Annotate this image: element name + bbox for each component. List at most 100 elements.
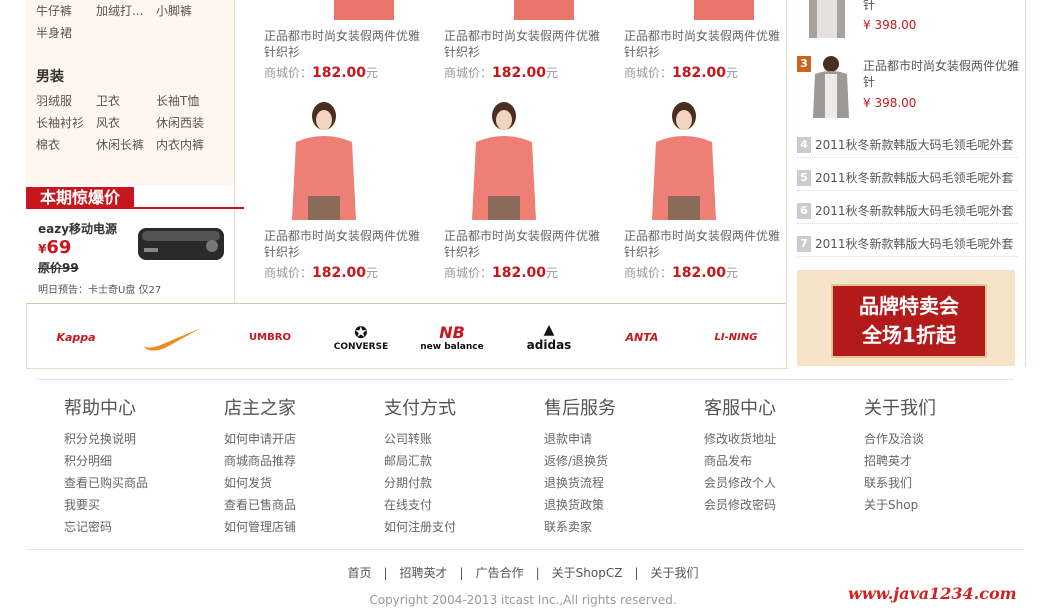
help-link[interactable]: 退款申请 [544,428,694,450]
product-name[interactable]: 正品都市时尚女装假两件优雅针织衫 [624,228,784,260]
category-link[interactable]: 长袖衬衫 [36,114,96,131]
product-name[interactable]: 正品都市时尚女装假两件优雅针织衫 [444,28,604,60]
power-bank-image[interactable] [134,222,230,266]
product-image[interactable] [484,0,604,20]
bottom-nav: 首页 | 招聘英才 | 广告合作 | 关于ShopCZ | 关于我们 [0,564,1046,581]
ranking-list-item[interactable]: 7 2011秋冬新款韩版大码毛领毛呢外套 [797,230,1017,257]
rank-item-title[interactable]: 2011秋冬新款韩版大码毛领毛呢外套 [815,136,1014,153]
bottom-nav-link[interactable]: 首页 [347,566,371,580]
category-link[interactable]: 棉衣 [36,136,96,153]
ranking-list-item[interactable]: 5 2011秋冬新款韩版大码毛领毛呢外套 [797,164,1017,191]
help-link[interactable]: 返修/退换货 [544,450,694,472]
promo-product-name[interactable]: eazy移动电源 [38,220,117,237]
li-ning-logo[interactable]: LI-NING [703,320,769,354]
help-link[interactable]: 会员修改密码 [704,494,854,516]
rank-item-title[interactable]: 2011秋冬新款韩版大码毛领毛呢外套 [815,169,1014,186]
rank-number: 6 [797,203,811,219]
category-link[interactable]: 长袖T恤 [156,92,216,109]
product-image[interactable] [264,100,384,220]
product-image[interactable] [444,100,564,220]
product-card[interactable]: 正品都市时尚女装假两件优雅针织衫 商城价：182.00元 [444,228,604,281]
separator: | [634,566,639,580]
bottom-nav-link[interactable]: 广告合作 [476,566,524,580]
ranking-product-image[interactable] [797,0,857,40]
help-link[interactable]: 修改收货地址 [704,428,854,450]
rank-number: 5 [797,170,811,186]
nike-swoosh-icon[interactable] [139,320,205,354]
help-link[interactable]: 公司转账 [384,428,534,450]
hot-deal-promo[interactable]: 本期惊爆价 eazy移动电源 ¥69 原价99 明日预告：卡士奇U盘 仅27 [26,185,244,303]
help-link[interactable]: 积分明细 [64,450,214,472]
category-link[interactable]: 休闲长裤 [96,136,156,153]
category-link[interactable]: 休闲西装 [156,114,216,131]
ranking-list-item[interactable]: 4 2011秋冬新款韩版大码毛领毛呢外套 [797,131,1017,158]
rank-item-title[interactable]: 2011秋冬新款韩版大码毛领毛呢外套 [815,202,1014,219]
help-link[interactable]: 查看已售商品 [224,494,374,516]
product-card[interactable]: 正品都市时尚女装假两件优雅针织衫 商城价：182.00元 [624,228,784,281]
help-link[interactable]: 如何发货 [224,472,374,494]
product-image[interactable] [304,0,424,20]
product-image[interactable] [624,100,744,220]
product-image[interactable] [664,0,784,20]
product-price: 商城价：182.00元 [264,65,379,81]
help-link[interactable]: 忘记密码 [64,516,214,538]
ranking-product-image[interactable] [797,56,857,120]
category-link[interactable]: 牛仔裤 [36,2,96,19]
anta-logo[interactable]: ANTA [611,320,673,354]
men-category-row: 棉衣 休闲长裤 内衣内裤 [36,136,216,153]
rank-item-title[interactable]: 2011秋冬新款韩版大码毛领毛呢外套 [815,235,1014,252]
brand-sale-line2: 全场1折起 [862,323,956,347]
help-link[interactable]: 联系我们 [864,472,1014,494]
ranking-list-item[interactable]: 6 2011秋冬新款韩版大码毛领毛呢外套 [797,197,1017,224]
ranking-product-name[interactable]: 正品都市时尚女装假两件优雅针 [863,58,1023,90]
category-link[interactable]: 羽绒服 [36,92,96,109]
bottom-nav-link[interactable]: 关于ShopCZ [552,566,623,580]
category-link[interactable]: 半身裙 [36,24,96,41]
help-link[interactable]: 合作及洽谈 [864,428,1014,450]
help-link[interactable]: 退换货流程 [544,472,694,494]
product-name[interactable]: 正品都市时尚女装假两件优雅针织衫 [264,228,424,260]
converse-logo[interactable]: ✪ CONVERSE [329,320,393,354]
help-link[interactable]: 联系卖家 [544,516,694,538]
help-link[interactable]: 在线支付 [384,494,534,516]
help-link[interactable]: 积分兑换说明 [64,428,214,450]
bottom-nav-link[interactable]: 关于我们 [651,566,699,580]
adidas-logo[interactable]: ▲ adidas [519,320,579,354]
help-link[interactable]: 分期付款 [384,472,534,494]
category-link[interactable]: 小脚裤 [156,2,216,19]
category-panel: 牛仔裤 加绒打... 小脚裤 半身裙 男装 羽绒服 卫衣 长袖T恤 长袖衬衫 风衣 休闲西装… [26,0,244,303]
help-link[interactable]: 如何注册支付 [384,516,534,538]
category-link[interactable]: 内衣内裤 [156,136,216,153]
brand-sale-banner[interactable]: 品牌特卖会 全场1折起 [797,270,1015,366]
help-link[interactable]: 如何申请开店 [224,428,374,450]
help-link[interactable]: 我要买 [64,494,214,516]
help-link[interactable]: 退换货政策 [544,494,694,516]
help-link[interactable]: 如何管理店铺 [224,516,374,538]
product-name[interactable]: 正品都市时尚女装假两件优雅针织衫 [264,28,424,60]
product-card[interactable]: 正品都市时尚女装假两件优雅针织衫 商城价：182.00元 [264,228,424,281]
help-link[interactable]: 会员修改个人 [704,472,854,494]
men-category-row: 长袖衬衫 风衣 休闲西装 [36,114,216,131]
help-link[interactable]: 关于Shop [864,494,1014,516]
kappa-logo[interactable]: Kappa [41,320,111,354]
help-link[interactable]: 商品发布 [704,450,854,472]
help-link[interactable]: 邮局汇款 [384,450,534,472]
ranking-product-name[interactable]: 针 [863,0,875,13]
category-link[interactable]: 风衣 [96,114,156,131]
product-card[interactable]: 正品都市时尚女装假两件优雅针织衫 商城价：182.00元 [444,28,604,81]
category-link[interactable]: 卫衣 [96,92,156,109]
category-link[interactable]: 加绒打... [96,2,156,19]
brand-sale-box: 品牌特卖会 全场1折起 [831,284,987,358]
help-link[interactable]: 商城商品推荐 [224,450,374,472]
footer-divider [36,379,1014,380]
new-balance-logo[interactable]: NB new balance [419,320,485,354]
product-card[interactable]: 正品都市时尚女装假两件优雅针织衫 商城价：182.00元 [624,28,784,81]
help-link[interactable]: 招聘英才 [864,450,1014,472]
product-name[interactable]: 正品都市时尚女装假两件优雅针织衫 [624,28,784,60]
help-link[interactable]: 查看已购买商品 [64,472,214,494]
bottom-nav-link[interactable]: 招聘英才 [400,566,448,580]
umbro-logo[interactable]: UMBRO [237,320,303,354]
product-card[interactable]: 正品都市时尚女装假两件优雅针织衫 商城价：182.00元 [264,28,424,81]
product-name[interactable]: 正品都市时尚女装假两件优雅针织衫 [444,228,604,260]
ranking-product-price: ¥ 398.00 [863,96,917,110]
